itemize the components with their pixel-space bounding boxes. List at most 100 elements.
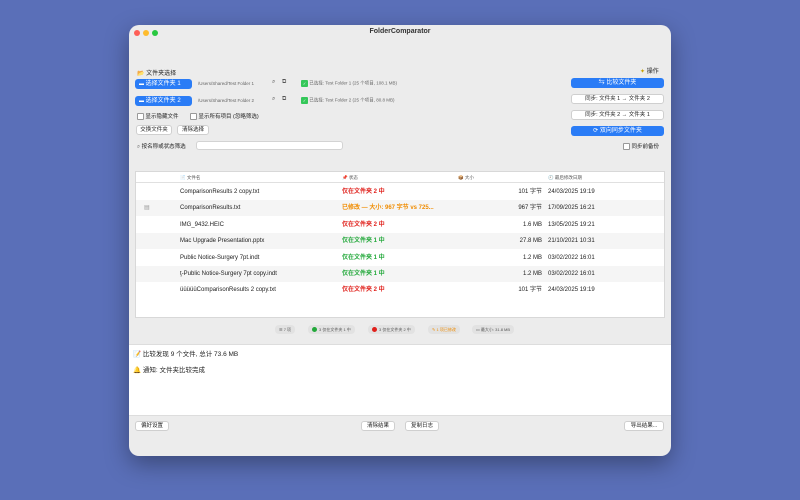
- folder-icon: ▬: [139, 81, 144, 87]
- show-all-label: 显示所有项目 (忽略筛选): [198, 114, 259, 120]
- total-items-pill: ☰ 7 项: [275, 325, 296, 334]
- column-header-name[interactable]: 📄 文件名: [180, 175, 200, 181]
- clear-results-button[interactable]: 清除结果: [361, 421, 395, 431]
- select-folder-2-button[interactable]: ▬ 选择文件夹 2: [135, 96, 192, 106]
- folder-icon: 📂: [137, 71, 145, 77]
- file-name-cell: ComparisonResults.txt: [180, 205, 241, 212]
- table-row[interactable]: IMG_9432.HEIC 仅在文件夹 2 中 1.6 MB 13/05/2025 1…: [136, 217, 664, 233]
- size-cell: 27.8 MB: [519, 238, 542, 245]
- date-cell: 17/09/2025 16:21: [548, 205, 595, 212]
- copy-path-icon[interactable]: ⧉: [282, 96, 286, 103]
- date-cell: 13/05/2025 19:21: [548, 221, 595, 228]
- sync-icon: ⟳: [593, 128, 599, 134]
- size-cell: 101 字节: [518, 287, 542, 294]
- file-name-cell: Mac Upgrade Presentation.pptx: [180, 238, 265, 245]
- column-header-date[interactable]: 🕘 最后修改日期: [548, 175, 582, 181]
- status-cell: 仅在文件夹 2 中: [342, 221, 385, 228]
- drive-icon: ▭: [476, 327, 480, 332]
- backup-checkbox[interactable]: 同步前备份: [623, 142, 660, 151]
- pin-icon: 📌: [342, 175, 348, 180]
- table-row[interactable]: ComparisonResults 2 copy.txt 仅在文件夹 2 中 101…: [136, 184, 664, 200]
- swap-folders-button[interactable]: 交换文件夹: [136, 125, 172, 135]
- app-window: FolderComparator 📂 文件夹选择 ▬ 选择文件夹 1 /User…: [129, 25, 671, 456]
- checkbox-box[interactable]: [623, 143, 630, 151]
- folder-2-selected-info: ✓ 已选择: Test Folder 2 (25 个项目, 80.8 MB): [301, 97, 395, 104]
- status-cell: 已修改 — 大小: 967 字节 vs 725...: [342, 205, 434, 212]
- table-row[interactable]: Public Notice-Surgery 7pt.indt 仅在文件夹 1 中 1…: [136, 250, 664, 266]
- search-icon[interactable]: ⌕: [272, 96, 275, 103]
- table-row[interactable]: ţ-Public Notice-Surgery 7pt copy.indt 仅在文…: [136, 266, 664, 282]
- date-cell: 03/02/2022 16:01: [548, 271, 595, 277]
- status-cell: 仅在文件夹 2 中: [342, 189, 385, 195]
- sync-1-to-2-button[interactable]: 同步: 文件夹 1 → 文件夹 2: [571, 94, 664, 104]
- select-folder-1-label: 选择文件夹 1: [145, 81, 181, 87]
- sync-2-to-1-button[interactable]: 同步: 文件夹 2 → 文件夹 1: [571, 110, 664, 120]
- export-results-button[interactable]: 导出结果...: [624, 421, 664, 431]
- largest-size-text: 最大小: 31.8 MB: [480, 327, 511, 332]
- checkmark-icon: ✓: [301, 80, 308, 87]
- size-cell: 1.2 MB: [522, 254, 542, 261]
- show-hidden-label: 显示隐藏文件: [145, 114, 179, 120]
- only-folder-1-text: 3 仅在文件夹 1 中: [319, 327, 351, 332]
- results-table: 📄 文件名 📌 状态 📦 大小 🕘 最后修改日期 ComparisonResul…: [135, 171, 665, 318]
- status-cell: 仅在文件夹 1 中: [342, 238, 385, 245]
- list-icon: ☰: [279, 327, 283, 332]
- column-header-status-label: 状态: [348, 175, 358, 180]
- folder-2-selected-text: 已选择: Test Folder 2 (25 个项目, 80.8 MB): [309, 97, 395, 103]
- note-icon: 📝: [133, 351, 142, 358]
- select-folder-2-label: 选择文件夹 2: [145, 98, 181, 104]
- table-row[interactable]: üüüüüComparisonResults 2 copy.txt 仅在文件夹 2…: [136, 282, 664, 298]
- filter-input[interactable]: [196, 141, 343, 150]
- size-cell: 1.6 MB: [522, 221, 542, 228]
- status-cell: 仅在文件夹 1 中: [342, 254, 385, 261]
- date-cell: 03/02/2022 16:01: [548, 254, 595, 261]
- folder-1-selected-text: 已选择: Test Folder 1 (25 个项目, 108.1 MB): [309, 80, 398, 86]
- log-area: 📝 比较发现 9 个文件, 总计 73.6 MB 🔔 通知: 文件夹比较完成: [129, 344, 671, 416]
- bell-icon: 🔔: [133, 367, 142, 374]
- size-cell: 1.2 MB: [522, 271, 542, 277]
- log-line-2: 🔔 通知: 文件夹比较完成: [133, 364, 205, 374]
- status-cell: 仅在文件夹 2 中: [342, 287, 385, 294]
- log-line-1-text: 比较发现 9 个文件, 总计 73.6 MB: [142, 351, 239, 358]
- only-folder-2-pill: 3 仅在文件夹 2 中: [368, 325, 415, 334]
- column-header-size[interactable]: 📦 大小: [458, 175, 474, 181]
- log-line-2-text: 通知: 文件夹比较完成: [142, 367, 206, 374]
- file-name-cell: ţ-Public Notice-Surgery 7pt copy.indt: [180, 271, 277, 277]
- status-cell: 仅在文件夹 1 中: [342, 271, 385, 277]
- file-name-cell: Public Notice-Surgery 7pt.indt: [180, 254, 260, 261]
- compare-arrows-icon: ⇆: [598, 80, 605, 86]
- two-way-sync-button[interactable]: ⟳ 双向同步文件夹: [571, 126, 664, 136]
- checkbox-box[interactable]: [137, 113, 144, 121]
- sparkle-icon: ✦: [640, 69, 646, 75]
- table-row[interactable]: ▤ ComparisonResults.txt 已修改 — 大小: 967 字节 v…: [136, 200, 664, 217]
- show-hidden-checkbox[interactable]: 显示隐藏文件: [137, 112, 179, 121]
- box-icon: 📦: [458, 175, 464, 180]
- column-header-status[interactable]: 📌 状态: [342, 175, 358, 181]
- edit-icon: ✎: [432, 327, 436, 332]
- actions-title: 操作: [646, 69, 659, 75]
- clear-selection-button[interactable]: 清除选择: [177, 125, 209, 135]
- size-cell: 967 字节: [518, 205, 542, 212]
- backup-label: 同步前备份: [631, 144, 660, 150]
- copy-log-button[interactable]: 复制日志: [405, 421, 439, 431]
- filter-label: 按名称或状态筛选: [141, 144, 186, 150]
- select-folder-1-button[interactable]: ▬ 选择文件夹 1: [135, 79, 192, 89]
- checkbox-box[interactable]: [190, 113, 197, 121]
- modified-pill: ✎ 1 项已修改: [428, 325, 460, 334]
- table-header: 📄 文件名 📌 状态 📦 大小 🕘 最后修改日期: [136, 172, 664, 183]
- show-all-checkbox[interactable]: 显示所有项目 (忽略筛选): [190, 112, 259, 121]
- green-dot-icon: [312, 327, 317, 333]
- search-icon: ⌕: [137, 144, 141, 150]
- folder-2-path: /Users/Shared/Test Folder 2: [198, 98, 255, 103]
- compare-folders-button[interactable]: ⇆ 比较文件夹: [571, 78, 664, 88]
- file-name-cell: IMG_9432.HEIC: [180, 221, 225, 228]
- table-row[interactable]: Mac Upgrade Presentation.pptx 仅在文件夹 1 中 27…: [136, 233, 664, 250]
- copy-path-icon[interactable]: ⧉: [282, 79, 286, 86]
- modified-text: 1 项已修改: [436, 327, 456, 332]
- preferences-button[interactable]: 偏好设置: [135, 421, 169, 431]
- folder-icon: ▬: [139, 98, 144, 104]
- filter-row: ⌕ 按名称或状态筛选: [137, 142, 186, 151]
- two-way-sync-label: 双向同步文件夹: [599, 128, 642, 134]
- actions-header: ✦ 操作: [640, 66, 659, 75]
- search-icon[interactable]: ⌕: [272, 79, 275, 86]
